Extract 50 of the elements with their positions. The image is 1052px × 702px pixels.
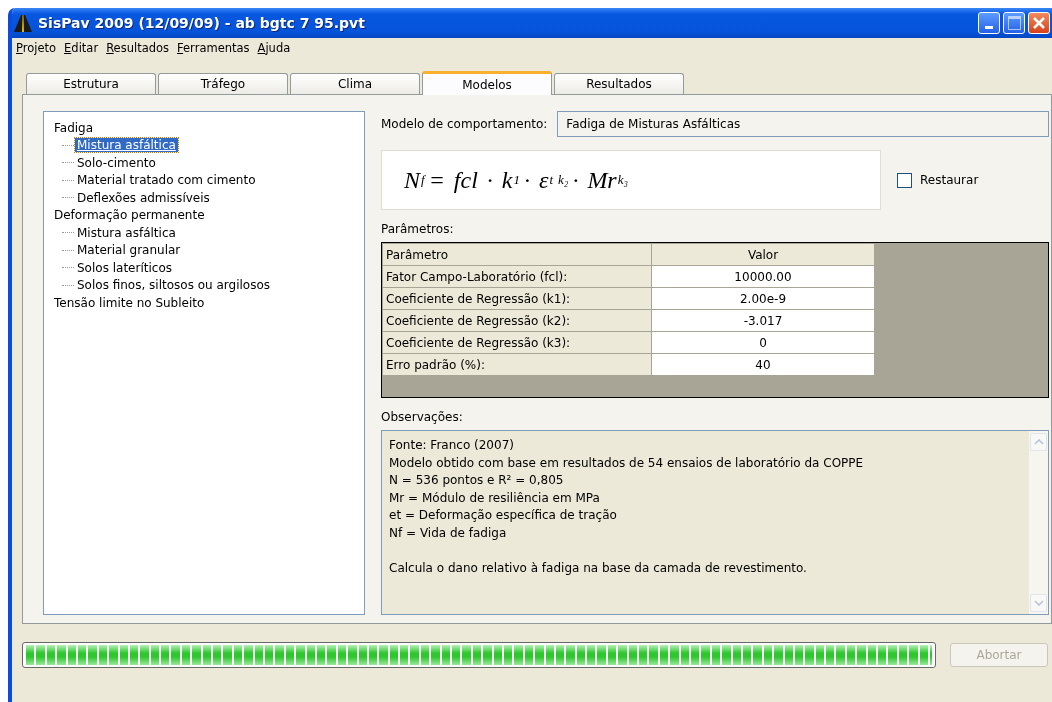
observations-box[interactable] [381,430,1049,615]
restore-checkbox[interactable]: Restaurar [897,172,979,188]
tab[interactable]: Tráfego [158,73,288,94]
table-cell: Coeficiente de Regressão (k3): [382,331,652,354]
close-icon [1032,16,1046,30]
model-field: Fadiga de Misturas Asfálticas [557,111,1049,137]
menu-item[interactable]: Resultados [106,41,170,55]
table-cell: Coeficiente de Regressão (k1): [382,287,652,310]
chevron-up-icon [1033,439,1044,445]
observation-text: Calcula o dano relativo à fadiga na base da camada de revestimento. [389,559,808,577]
menu-item[interactable]: Ajuda [257,41,291,55]
tab[interactable]: Estrutura [26,73,156,94]
tree-item[interactable]: Material tratado com cimento [75,173,258,188]
table-cell[interactable]: 40 [651,353,875,376]
tree-item[interactable]: Tensão limite no Subleito [52,295,207,310]
column-header: Valor [651,243,875,266]
table-cell: Fator Campo-Laboratório (fcl): [382,265,652,288]
tree-item[interactable]: Mistura asfáltica [75,225,178,240]
parameters-label: Parâmetros: [381,222,455,236]
tree-item[interactable]: Deformação permanente [52,208,207,223]
menu-item[interactable]: Ferramentas [177,41,250,55]
chevron-down-icon [1033,600,1044,606]
table-cell[interactable]: -3.017 [651,309,875,332]
tree-item[interactable]: Material granular [75,243,183,258]
checkbox[interactable] [897,172,912,188]
menu-item[interactable]: Projeto [16,41,57,55]
table-cell: Erro padrão (%): [382,353,652,376]
tree-item[interactable]: Solos lateríticos [75,260,174,275]
tree-item[interactable]: Mistura asfáltica [75,138,178,153]
window-title: SisPav 2009 (12/09/09) - ab bgtc 7 95.pvt [38,15,365,31]
tree-item[interactable]: Deflexões admissíveis [75,190,212,205]
model-label: Modelo de comportamento: [381,117,548,131]
maximize-button[interactable] [1003,12,1025,34]
table-cell[interactable]: 0 [651,331,875,354]
tree-item[interactable]: Fadiga [52,120,96,135]
column-header: Parâmetro [382,243,652,266]
table-cell: Coeficiente de Regressão (k2): [382,309,652,332]
road-icon [14,14,32,32]
observations-label: Observações: [381,410,464,424]
minimize-button[interactable] [978,12,1000,34]
table-cell[interactable]: 2.00e-9 [651,287,875,310]
tab[interactable]: Clima [290,73,420,94]
tree-item[interactable]: Solos finos, siltosos ou argilosos [75,278,273,293]
tab[interactable]: Resultados [554,73,684,94]
menu-item[interactable]: Editar [64,41,99,55]
observation-text: Fonte: Franco (2007) Modelo obtido com base em resultados de 54 ensaios de laboratório da COPPE N = 536 pontos e R² = 0,805 Mr = Módulo de resiliência em MPa et = Deformação específica de tração Nf = Vida de fadiga [389,437,865,542]
close-button[interactable] [1028,12,1050,34]
tab[interactable]: Modelos [422,71,552,95]
tree-item[interactable]: Solo-cimento [75,155,158,170]
table-cell[interactable]: 10000.00 [651,265,875,288]
